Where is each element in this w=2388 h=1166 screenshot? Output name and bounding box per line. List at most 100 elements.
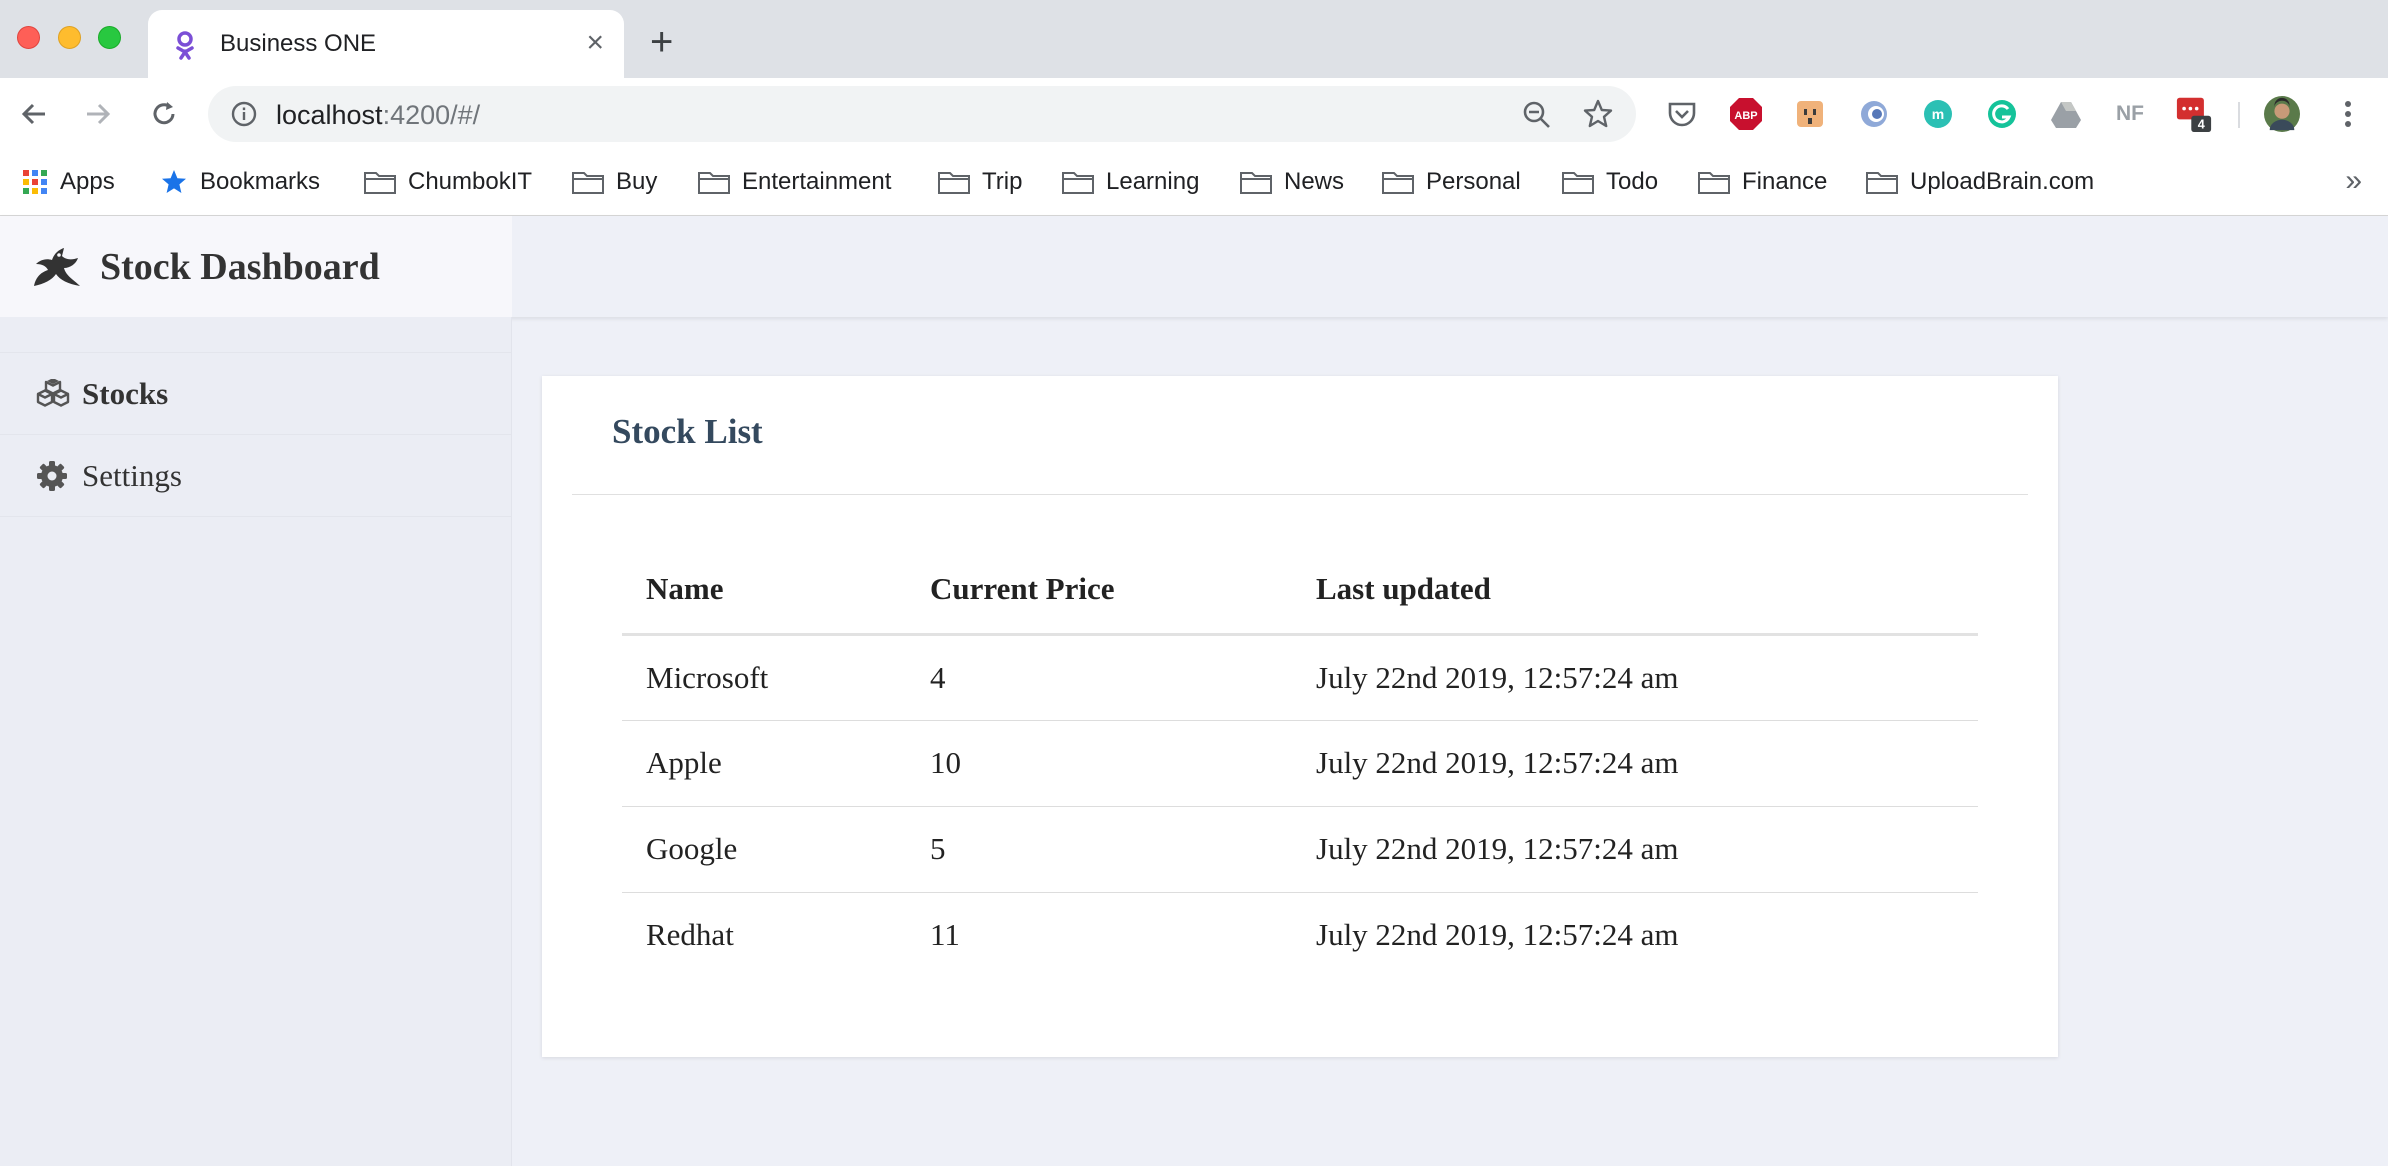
folder-icon [1062,170,1094,194]
bookmark-folder-trip[interactable]: Trip [938,164,1022,200]
zoom-out-icon[interactable] [1522,100,1552,130]
sidebar-item-label: Stocks [82,375,169,411]
address-url[interactable]: localhost:4200/#/ [276,100,480,131]
browser-tab[interactable]: Business ONE × [148,10,624,78]
app-header: Stock Dashboard [0,216,2388,317]
bookmark-label: News [1284,168,1345,195]
folder-icon [1866,170,1898,194]
stock-price: 5 [906,806,1292,893]
info-icon[interactable] [230,100,258,128]
table-row[interactable]: Apple 10 July 22nd 2019, 12:57:24 am [622,720,1978,807]
bookmark-folder-uploadbrain[interactable]: UploadBrain.com [1866,164,2094,200]
stock-price: 11 [930,917,960,953]
column-header-name[interactable]: Name [622,546,906,636]
column-header-current-price[interactable]: Current Price [906,546,1292,636]
extension-ring-icon[interactable] [1856,96,1892,132]
stock-table: Name Current Price Last updated Microsof… [622,546,1978,978]
kebab-menu-icon [2345,101,2351,127]
tab-favicon-icon [176,31,194,60]
star-icon [160,168,188,196]
bookmark-folder-finance[interactable]: Finance [1698,164,1827,200]
bookmark-folder-buy[interactable]: Buy [572,164,657,200]
sidebar-item-stocks[interactable]: Stocks [0,353,511,435]
bookmark-label: Finance [1742,168,1828,195]
sidebar-spacer [0,317,511,353]
extension-badge-icon[interactable]: 4 [2176,96,2212,132]
bookmark-label: Bookmarks [200,168,321,195]
bookmark-folder-chumbokit[interactable]: ChumbokIT [364,164,532,200]
stock-updated: July 22nd 2019, 12:57:24 am [1292,634,1978,721]
bookmark-bookmarks[interactable]: Bookmarks [160,164,320,200]
profile-avatar[interactable] [2264,96,2300,132]
folder-icon [1698,170,1730,194]
reload-icon [153,102,175,125]
bookmark-label: Todo [1606,168,1659,195]
bookmark-label: Buy [616,168,658,195]
nf-icon[interactable]: NF [2112,96,2148,132]
sidebar-item-settings[interactable]: Settings [0,435,511,517]
maximize-window-button[interactable] [98,26,121,49]
dragon-logo-icon [34,247,80,286]
browser-menu-button[interactable] [2330,96,2366,132]
tab-close-button[interactable]: × [586,28,604,58]
folder-icon [1562,170,1594,194]
bookmark-folder-personal[interactable]: Personal [1382,164,1521,200]
stock-price: 4 [906,634,1292,721]
stock-name: Microsoft [622,634,906,721]
forward-arrow-icon [87,103,111,125]
bookmark-star-icon[interactable] [1582,98,1614,130]
bookmark-label: Apps [60,168,115,195]
folder-icon [1240,170,1272,194]
minimize-window-button[interactable] [58,26,81,49]
extension-face-icon[interactable] [1792,96,1828,132]
toolbar-separator [2238,102,2240,128]
extension-badge-count: 4 [2198,117,2205,131]
sidebar: Stocks Settings [0,317,512,1166]
reload-button[interactable] [146,96,182,132]
adblock-icon[interactable]: ABP [1728,96,1764,132]
stock-updated: July 22nd 2019, 12:57:24 am [1292,720,1978,807]
close-window-button[interactable] [17,26,40,49]
bookmark-folder-todo[interactable]: Todo [1562,164,1658,200]
bookmark-label: Entertainment [742,168,892,195]
adblock-label: ABP [1734,110,1757,122]
bookmark-folder-news[interactable]: News [1240,164,1344,200]
stock-name: Apple [622,720,906,807]
table-row[interactable]: Google 5 July 22nd 2019, 12:57:24 am [622,806,1978,893]
bookmark-label: Personal [1426,168,1521,195]
brand[interactable]: Stock Dashboard [0,216,512,317]
stock-name: Redhat [646,917,734,953]
bookmark-folder-learning[interactable]: Learning [1062,164,1199,200]
stock-name: Google [622,806,906,893]
grammarly-icon[interactable] [1984,96,2020,132]
folder-icon [1382,170,1414,194]
tab-strip: Business ONE × + [0,0,2388,78]
folder-icon [364,170,396,194]
bookmark-label: Learning [1106,168,1200,195]
column-header-last-updated[interactable]: Last updated [1292,546,1978,636]
svg-text:m: m [1932,106,1944,122]
mercury-icon[interactable]: m [1920,96,1956,132]
folder-icon [572,170,604,194]
address-bar[interactable]: localhost:4200/#/ [208,86,1636,142]
sidebar-item-label: Settings [82,457,182,493]
pocket-icon[interactable] [1664,96,1700,132]
forward-button[interactable] [80,96,116,132]
apps-grid-icon [22,169,48,195]
stock-price: 10 [906,720,1292,807]
bookmark-folder-entertainment[interactable]: Entertainment [698,164,891,200]
new-tab-button[interactable]: + [650,22,673,62]
google-drive-icon[interactable] [2048,96,2084,132]
table-header-row: Name Current Price Last updated [622,546,1978,636]
back-button[interactable] [16,96,52,132]
bookmarks-overflow-button[interactable]: » [2345,164,2362,198]
tab-title: Business ONE [220,30,377,57]
table-row[interactable]: Redhat 11 July 22nd 2019, 12:57:24 am [622,892,1978,978]
table-row[interactable]: Microsoft 4 July 22nd 2019, 12:57:24 am [622,634,1978,721]
stock-updated: July 22nd 2019, 12:57:24 am [1292,806,1978,893]
back-arrow-icon [21,103,45,125]
folder-icon [938,170,970,194]
stock-updated: July 22nd 2019, 12:57:24 am [1316,917,1679,953]
bookmark-apps[interactable]: Apps [22,164,115,200]
address-host: localhost [276,100,383,130]
